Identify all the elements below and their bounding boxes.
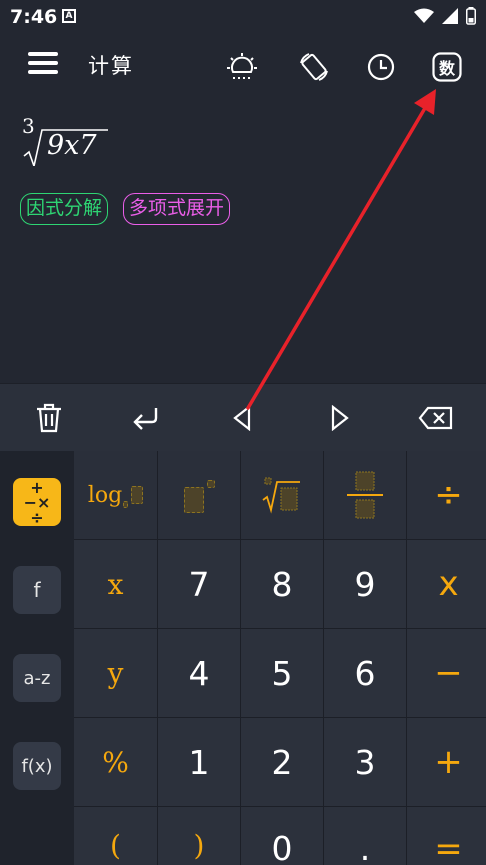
signal-icon xyxy=(442,8,458,24)
equals-key[interactable]: = xyxy=(407,807,486,865)
rotate-screen-icon[interactable] xyxy=(297,50,331,84)
keypad: +−×÷ f a-z f(x) log ÷ x 7 8 9 x y 4 5 6 … xyxy=(0,451,486,865)
fraction-key[interactable] xyxy=(324,451,406,539)
variable-y-key[interactable]: y xyxy=(74,629,157,717)
nth-root-icon xyxy=(262,477,300,514)
edit-toolbar xyxy=(0,383,486,451)
digit-3-key[interactable]: 3 xyxy=(324,718,406,806)
close-paren-key[interactable]: ) xyxy=(158,807,240,865)
trash-icon[interactable] xyxy=(31,400,67,436)
menu-icon[interactable] xyxy=(28,52,58,80)
exponent-placeholder xyxy=(206,480,215,488)
radicand: 9x7 xyxy=(47,130,97,161)
divide-key[interactable]: ÷ xyxy=(407,451,486,539)
number-mode-label: 数 xyxy=(438,59,455,78)
multiply-key[interactable]: x xyxy=(407,540,486,628)
keypad-mode-sidebar: +−×÷ f a-z f(x) xyxy=(0,451,74,865)
fraction-icon xyxy=(347,471,383,519)
backspace-icon[interactable] xyxy=(418,400,454,436)
decimal-point-key[interactable]: . xyxy=(324,807,406,865)
enter-icon[interactable] xyxy=(128,400,164,436)
history-clock-icon[interactable] xyxy=(364,50,398,84)
variable-x-key[interactable]: x xyxy=(74,540,157,628)
app-header: 计算 数 xyxy=(0,34,486,98)
basic-operators-mode-button[interactable]: +−×÷ xyxy=(13,478,61,526)
digit-6-key[interactable]: 6 xyxy=(324,629,406,717)
keypad-grid: log ÷ x 7 8 9 x y 4 5 6 − % 1 2 3 + () … xyxy=(74,451,486,865)
digit-1-key[interactable]: 1 xyxy=(158,718,240,806)
digit-9-key[interactable]: 9 xyxy=(324,540,406,628)
cursor-right-icon[interactable] xyxy=(322,400,358,436)
status-bar: 7:46 A xyxy=(0,0,486,34)
polynomial-expand-chip[interactable]: 多项式展开 xyxy=(123,193,231,225)
percent-key[interactable]: % xyxy=(74,718,157,806)
math-expression[interactable]: 3 9x7 xyxy=(20,112,220,172)
basic-operators-mode-label: +−×÷ xyxy=(23,477,51,527)
log-key-label: log xyxy=(87,482,123,508)
notification-icon: A xyxy=(62,9,76,23)
log-arg-placeholder xyxy=(131,486,144,504)
page-title: 计算 xyxy=(88,54,134,78)
status-time: 7:46 xyxy=(10,6,58,28)
factorize-chip[interactable]: 因式分解 xyxy=(20,193,109,225)
digit-8-key[interactable]: 8 xyxy=(241,540,323,628)
fx-mode-button[interactable]: f(x) xyxy=(13,742,61,790)
log-key[interactable]: log xyxy=(74,451,157,539)
plus-key[interactable]: + xyxy=(407,718,486,806)
log-base-placeholder xyxy=(123,500,129,508)
digit-0-key[interactable]: 0 xyxy=(241,807,323,865)
battery-icon xyxy=(466,7,476,25)
brightness-icon[interactable] xyxy=(225,50,259,84)
open-paren-key[interactable]: ( xyxy=(74,807,157,865)
variables-mode-button[interactable]: a-z xyxy=(13,654,61,702)
digit-2-key[interactable]: 2 xyxy=(241,718,323,806)
wifi-icon xyxy=(414,8,434,23)
minus-key[interactable]: − xyxy=(407,629,486,717)
digit-4-key[interactable]: 4 xyxy=(158,629,240,717)
digit-7-key[interactable]: 7 xyxy=(158,540,240,628)
nth-root-key[interactable] xyxy=(241,451,323,539)
number-mode-button[interactable]: 数 xyxy=(430,50,464,84)
digit-5-key[interactable]: 5 xyxy=(241,629,323,717)
function-mode-button[interactable]: f xyxy=(13,566,61,614)
power-key[interactable] xyxy=(158,451,240,539)
cursor-left-icon[interactable] xyxy=(224,400,260,436)
base-placeholder xyxy=(183,487,204,513)
